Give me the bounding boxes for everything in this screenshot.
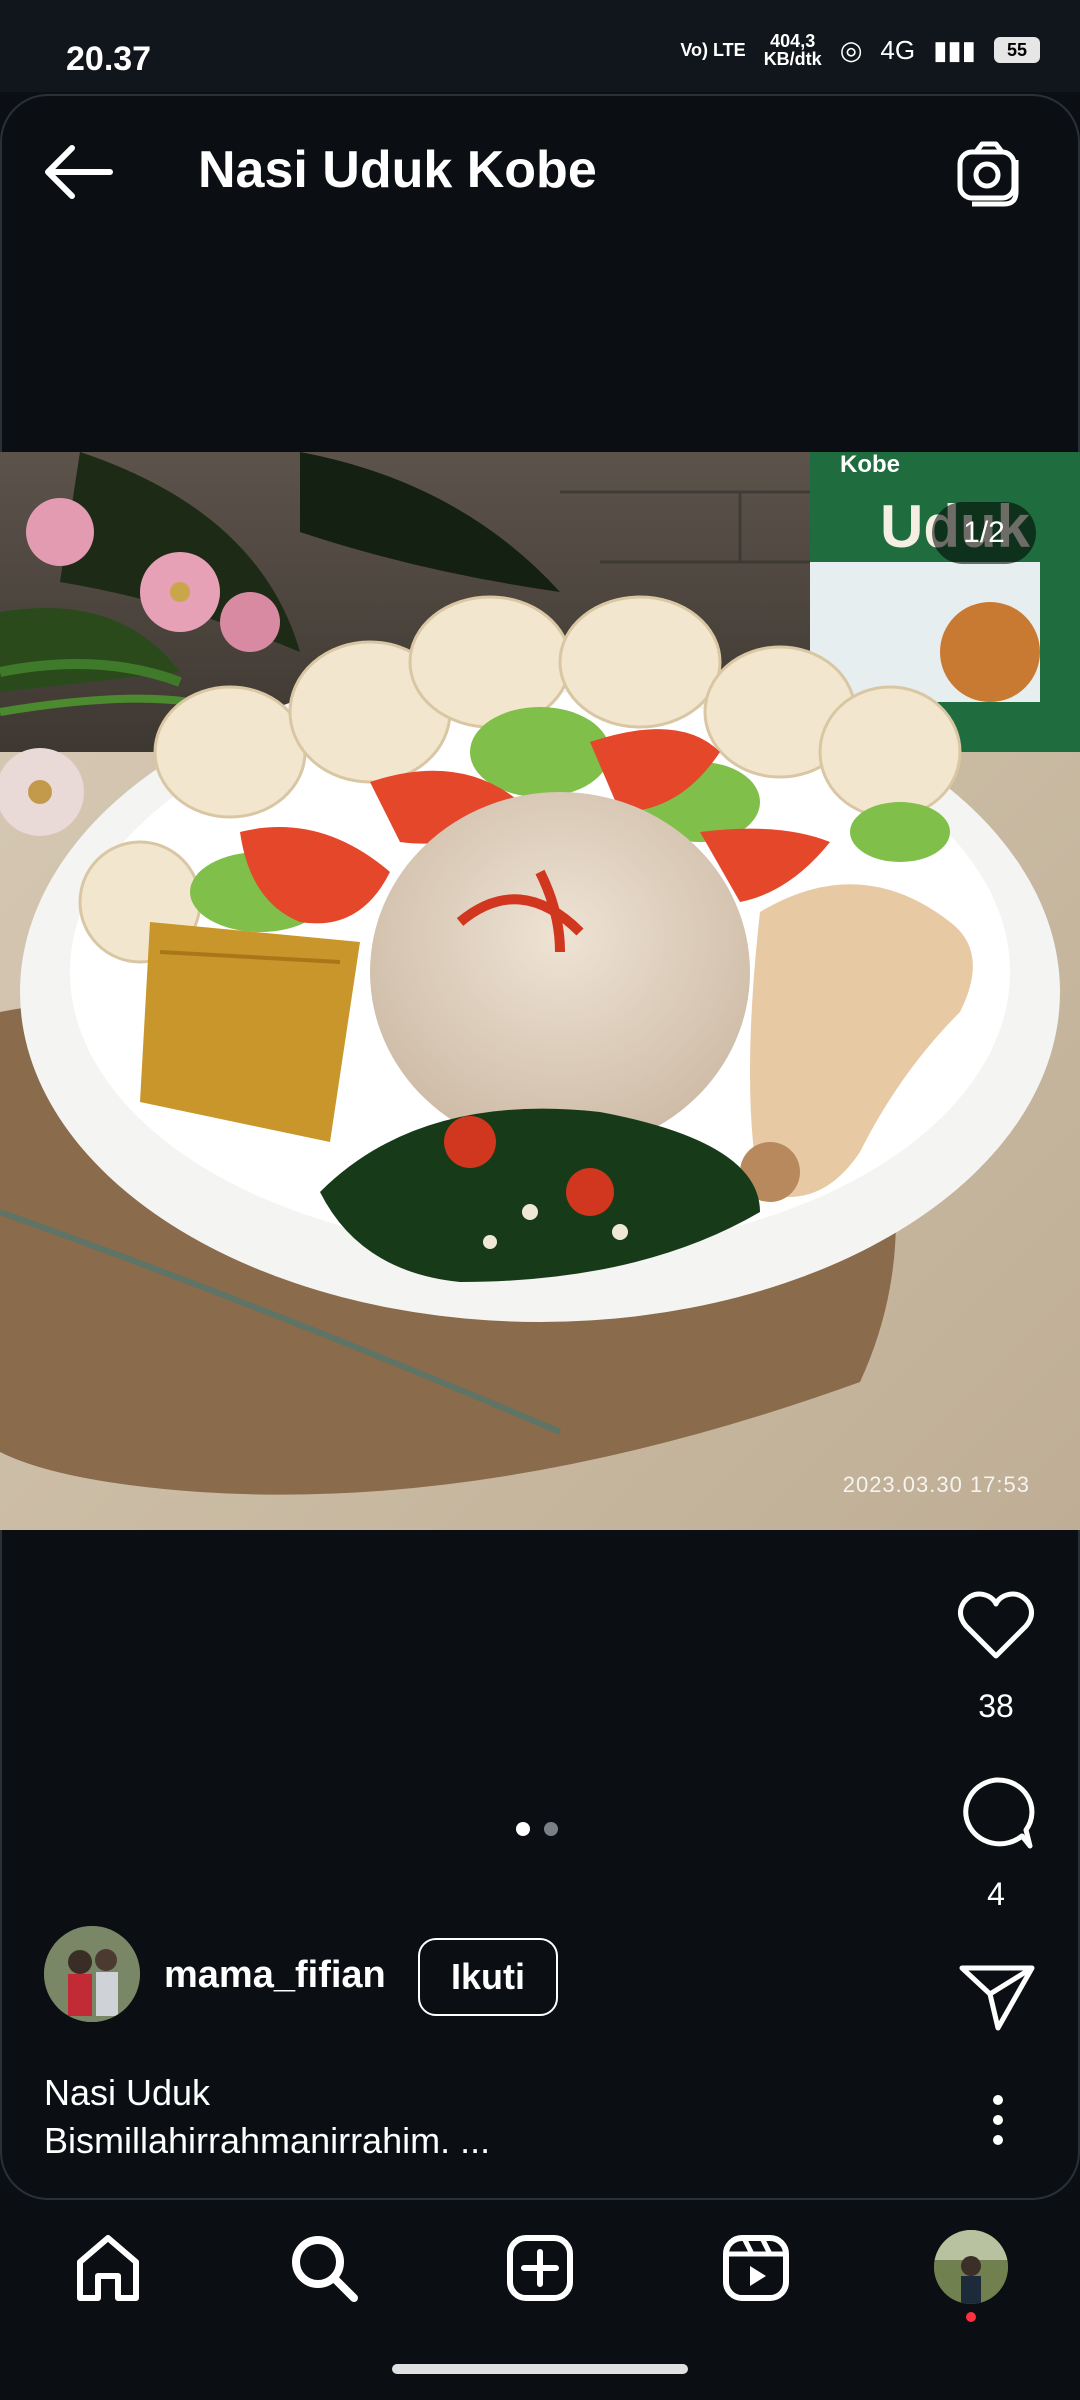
battery-indicator: 55: [994, 37, 1040, 63]
home-icon: [77, 2235, 139, 2301]
arrow-left-icon: [45, 145, 113, 199]
search-icon: [292, 2236, 358, 2302]
signal-icon: ▮▮▮: [933, 34, 976, 65]
nav-reels-button[interactable]: [716, 2228, 796, 2308]
comment-button[interactable]: [956, 1774, 1036, 1850]
network-type: 4G: [880, 34, 916, 65]
page-title: Nasi Uduk Kobe: [198, 141, 597, 199]
like-count: 38: [978, 1688, 1014, 1724]
like-button[interactable]: [956, 1590, 1036, 1662]
nav-profile-button[interactable]: [934, 2230, 1008, 2304]
carousel-dots: [516, 1822, 558, 1836]
comment-icon: [963, 1777, 1035, 1849]
camera-button[interactable]: [954, 138, 1024, 208]
nav-home-button[interactable]: [68, 2228, 148, 2308]
network-speed: 404,3 KB/dtk: [763, 31, 822, 69]
author-avatar[interactable]: [44, 1926, 140, 2022]
carousel-dot-active: [516, 1822, 530, 1836]
caption-text[interactable]: Bismillahirrahmanirrahim. ...: [44, 2120, 490, 2162]
carousel-counter: 1/2: [932, 502, 1036, 564]
svg-text:Kobe: Kobe: [840, 452, 900, 478]
network-label: Vo) LTE: [680, 40, 746, 60]
nav-search-button[interactable]: [284, 2228, 364, 2308]
more-options-button[interactable]: [978, 2090, 1018, 2150]
photo-timestamp: 2023.03.30 17:53: [842, 1472, 1030, 1497]
food-photo: Uduk Kobe: [0, 452, 1080, 1530]
comment-count: 4: [987, 1876, 1005, 1912]
create-icon: [507, 2235, 573, 2301]
send-icon: [959, 1965, 1035, 2031]
back-button[interactable]: [40, 140, 116, 204]
carousel-dot: [544, 1822, 558, 1836]
follow-button[interactable]: Ikuti: [418, 1938, 558, 2016]
nav-create-button[interactable]: [500, 2228, 580, 2308]
avatar-image: [44, 1926, 140, 2022]
share-button[interactable]: [958, 1962, 1036, 2032]
post-photo[interactable]: Uduk Kobe: [0, 452, 1080, 1530]
reels-icon: [723, 2235, 789, 2301]
camera-icon: [957, 141, 1019, 207]
home-indicator[interactable]: [392, 2364, 688, 2374]
author-username[interactable]: mama_fifian: [164, 1954, 386, 1997]
profile-avatar-image: [934, 2230, 1008, 2304]
notification-dot: [966, 2312, 976, 2322]
more-vertical-icon: [993, 2095, 1003, 2145]
caption-title: Nasi Uduk: [44, 2072, 211, 2113]
status-icons: Vo) LTE 404,3 KB/dtk ◎ 4G ▮▮▮ 55: [680, 32, 1040, 68]
heart-icon: [958, 1591, 1034, 1659]
status-time: 20.37: [66, 40, 152, 78]
hotspot-icon: ◎: [839, 34, 863, 65]
